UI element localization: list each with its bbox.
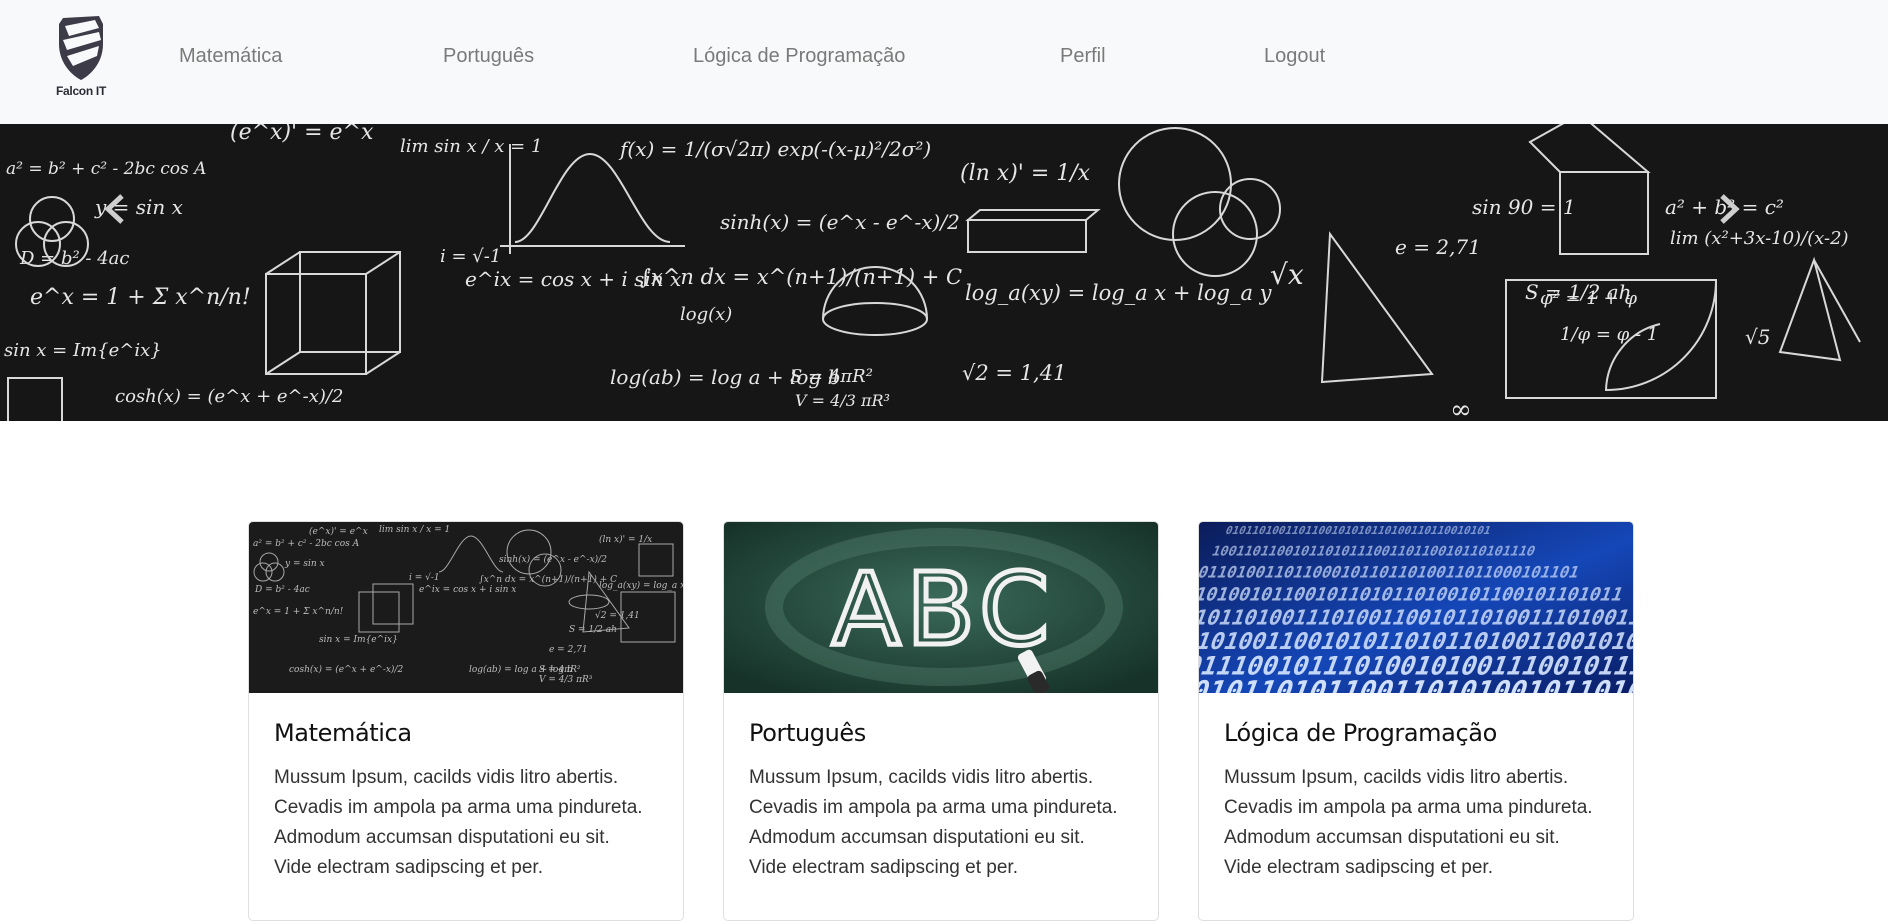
card-title: Lógica de Programação — [1224, 719, 1497, 747]
chalk-formula: (ln x)' = 1/x — [960, 161, 1091, 186]
binary-code-thumbnail: 0101101001101100101010110100110110010101… — [1199, 522, 1633, 693]
card-body: Lógica de Programação Mussum Ipsum, caci… — [1199, 693, 1633, 909]
chalk-formula: i = √-1 — [409, 572, 440, 583]
chalkboard-math-image: (e^x)' = e^x lim sin x / x = 1 a² = b² + c… — [0, 124, 1888, 421]
chalk-formula: D = b² - 4ac — [254, 585, 310, 595]
chalk-formula: i = √-1 — [440, 246, 501, 267]
card-title: Português — [749, 719, 866, 747]
chalk-formula: log_a(xy) = log_a x + log_a y — [965, 281, 1273, 305]
chalk-formula: φ² = 1 + φ — [1540, 288, 1637, 309]
chalk-formula: V = 4/3 πR³ — [539, 675, 593, 685]
chalk-formula: e = 2,71 — [549, 645, 588, 655]
navbar: Falcon IT Matemática Português Lógica de… — [0, 0, 1888, 124]
nav-link-logout[interactable]: Logout — [1264, 45, 1325, 68]
card-portugues[interactable]: ABC Português Mussum Ipsum, cacilds vidi… — [723, 521, 1159, 921]
card-text: Mussum Ipsum, cacilds vidis litro aberti… — [749, 767, 1118, 878]
binary-code-row: 0010110100111010011001011010011101001100 — [1199, 606, 1633, 630]
card-title: Matemática — [274, 719, 412, 747]
binary-code-row: 1010010110101100110101001011010110011010 — [1199, 674, 1633, 693]
card-body: Português Mussum Ipsum, cacilds vidis li… — [724, 693, 1158, 909]
chalk-formula: log_a(xy) = log_a x + log_a y — [599, 580, 683, 591]
chalk-formula: sin x = Im{e^ix} — [319, 635, 398, 645]
binary-code-row: 1101001011001011010110100101100101101011 — [1199, 585, 1626, 605]
svg-text:ABC: ABC — [832, 551, 1055, 668]
card-logica-programacao[interactable]: 0101101001101100101010110100110110010101… — [1198, 521, 1634, 921]
chalk-formula: a² = b² + c² - 2bc cos A — [253, 539, 360, 549]
chalkboard-math-thumbnail: (e^x)' = e^x lim sin x / x = 1 a² = b² + c… — [249, 522, 683, 693]
chalk-formula: e^x = 1 + Σ x^n/n! — [30, 285, 251, 310]
carousel-prev-button[interactable] — [104, 194, 164, 254]
card-image-logica-programacao: 0101101001101100101010110100110110010101… — [1199, 522, 1633, 693]
card-text: Mussum Ipsum, cacilds vidis litro aberti… — [1224, 767, 1593, 878]
chevron-right-icon — [1720, 194, 1740, 224]
brand-logo[interactable]: Falcon IT — [52, 14, 110, 102]
nav-link-matematica[interactable]: Matemática — [179, 45, 282, 68]
chalk-formula: S = 4πR² — [539, 665, 581, 675]
chalk-formula: sinh(x) = (e^x - e^-x)/2 — [720, 210, 960, 234]
chalk-formula: 1/φ = φ - 1 — [1560, 324, 1658, 345]
chalk-formula: e^ix = cos x + i sin x — [419, 585, 516, 595]
chalk-formula: lim sin x / x = 1 — [400, 136, 542, 157]
card-text: Mussum Ipsum, cacilds vidis litro aberti… — [274, 767, 643, 878]
chalk-formula: √5 — [1745, 325, 1770, 349]
carousel-next-button[interactable] — [1716, 194, 1776, 254]
binary-code-row: 0110100110110001011011010011011000101101 — [1199, 563, 1582, 581]
chalk-formula: (ln x)' = 1/x — [599, 534, 652, 545]
chalk-formula: y = sin x — [284, 559, 325, 569]
chalk-formula: cosh(x) = (e^x + e^-x)/2 — [289, 664, 403, 675]
chalkboard-abc-thumbnail: ABC — [724, 522, 1158, 693]
nav-link-logica-programacao[interactable]: Lógica de Programação — [693, 45, 905, 68]
falcon-shield-icon — [59, 16, 103, 80]
chalk-formula: V = 4/3 πR³ — [795, 391, 890, 410]
chalk-formula: lim sin x / x = 1 — [379, 525, 450, 535]
chalk-formula: log(x) — [680, 304, 732, 325]
binary-code-row: 1011010011001010110101101001100101011010 — [1199, 628, 1633, 655]
chalk-formula: (e^x)' = e^x — [230, 124, 374, 145]
chalk-formula: e^x = 1 + Σ x^n/n! — [253, 607, 344, 617]
chalk-formula: sin x = Im{e^ix} — [4, 340, 162, 361]
chalk-formula: ∫x^n dx = x^(n+1)/(n+1) + C — [479, 574, 617, 585]
card-body: Matemática Mussum Ipsum, cacilds vidis l… — [249, 693, 683, 909]
chalk-formula: S = 4πR² — [790, 366, 873, 387]
card-image-portugues: ABC — [724, 522, 1158, 693]
card-image-matematica: (e^x)' = e^x lim sin x / x = 1 a² = b² + c… — [249, 522, 683, 693]
hero-carousel: (e^x)' = e^x lim sin x / x = 1 a² = b² + c… — [0, 124, 1888, 421]
chalk-formula: ∞ — [1450, 395, 1472, 421]
chalk-formula: (e^x)' = e^x — [309, 526, 368, 537]
brand-name: Falcon IT — [56, 84, 106, 98]
binary-code-row: 1001101100101101011100110110010110101110 — [1209, 544, 1537, 559]
chalk-formula: √x — [1270, 258, 1304, 291]
chevron-left-icon — [104, 194, 124, 224]
card-matematica[interactable]: (e^x)' = e^x lim sin x / x = 1 a² = b² + c… — [248, 521, 684, 921]
chalk-formula: a² = b² + c² - 2bc cos A — [6, 159, 206, 179]
binary-code-row: 0101101001101100101010110100110110010101 — [1224, 523, 1494, 537]
chalk-formula: cosh(x) = (e^x + e^-x)/2 — [115, 386, 343, 407]
nav-link-portugues[interactable]: Português — [443, 45, 534, 68]
chalk-formula: √2 = 1,41 — [962, 361, 1066, 385]
nav-link-perfil[interactable]: Perfil — [1060, 45, 1106, 68]
chalk-formula: f(x) = 1/(σ√2π) exp(-(x-μ)²/2σ²) — [618, 137, 931, 161]
chalk-formula: e = 2,71 — [1395, 235, 1481, 259]
